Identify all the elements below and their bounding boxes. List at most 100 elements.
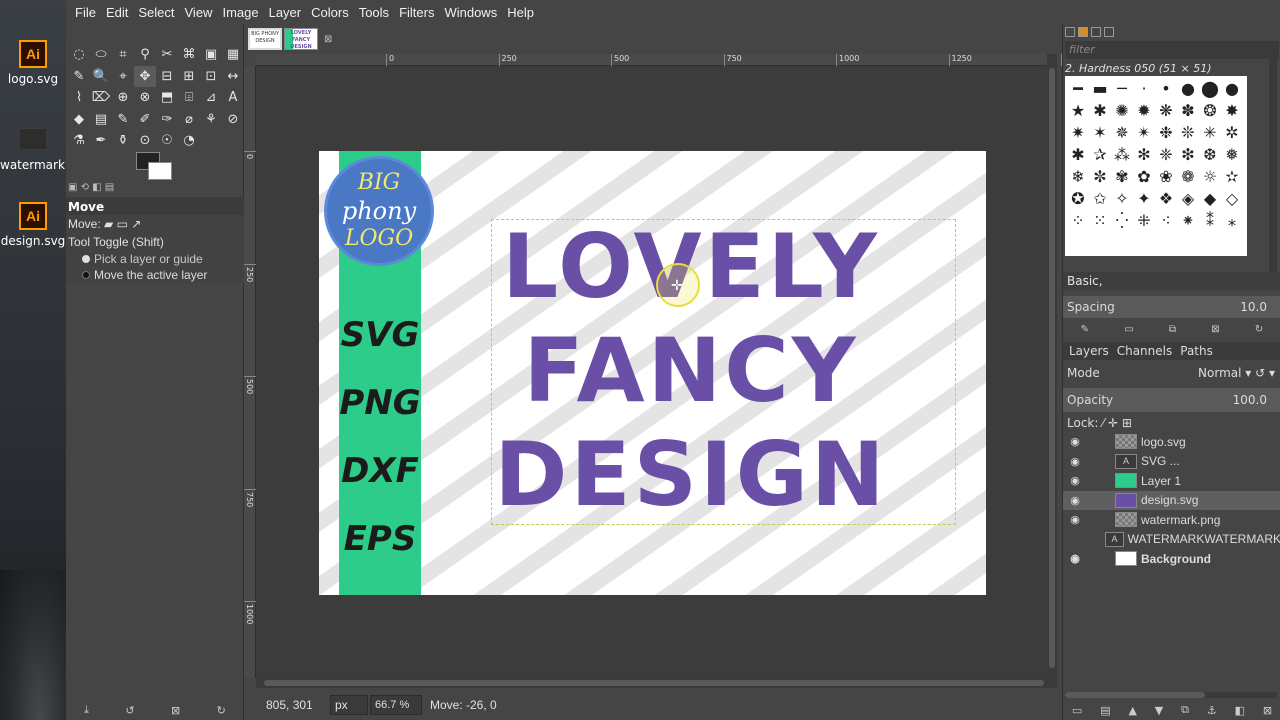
tool-button[interactable]: ⌀	[178, 109, 200, 131]
duplicate-layer-icon[interactable]: ⧉	[1181, 703, 1189, 717]
menu-windows[interactable]: Windows	[439, 5, 502, 20]
mask-layer-icon[interactable]: ◧	[1235, 704, 1245, 717]
brush-preview[interactable]: ⁎	[1221, 210, 1243, 232]
brush-preview[interactable]: ⁂	[1111, 144, 1133, 166]
brush-preset-select[interactable]: Basic,	[1063, 272, 1280, 290]
brush-preview[interactable]: ✴	[1133, 122, 1155, 144]
tool-button[interactable]: ⚘	[200, 109, 222, 131]
tool-button[interactable]: ✎	[68, 66, 90, 88]
new-brush-icon[interactable]: ▭	[1124, 324, 1133, 338]
brushes-tab-icon[interactable]	[1065, 27, 1075, 37]
brush-preview[interactable]: ✱	[1089, 100, 1111, 122]
vertical-scrollbar[interactable]	[1047, 54, 1057, 678]
brush-preview[interactable]: ✳	[1199, 122, 1221, 144]
move-layer-mode-icon[interactable]: ▰ ▭ ↗	[104, 217, 141, 231]
image-tab-1[interactable]: BIG PHONY DESIGN	[248, 28, 282, 50]
tool-button[interactable]: ⚲	[134, 44, 156, 66]
brush-preview[interactable]: ✰	[1089, 144, 1111, 166]
brush-preview[interactable]: ❊	[1177, 122, 1199, 144]
brush-scrollbar[interactable]	[1269, 44, 1277, 284]
tool-button[interactable]: ⌇	[68, 87, 90, 109]
tab-channels[interactable]: Channels	[1111, 344, 1175, 358]
visibility-eye-icon[interactable]: ◉	[1065, 513, 1085, 526]
tool-button[interactable]: ⚱	[112, 130, 134, 152]
vertical-ruler[interactable]: 0 250 500 750 1000	[244, 66, 256, 678]
mode-select[interactable]: Normal ▾ ↺ ▾	[1198, 366, 1275, 380]
brush-preview[interactable]: ◈	[1177, 188, 1199, 210]
tool-button[interactable]: ⬭	[90, 44, 112, 66]
raise-layer-icon[interactable]: ▲	[1128, 704, 1136, 717]
brush-preview[interactable]: ·	[1133, 78, 1155, 100]
tool-button[interactable]: ↔	[222, 66, 244, 88]
close-tab-icon[interactable]: ⊠	[324, 34, 332, 45]
menu-help[interactable]: Help	[502, 5, 539, 20]
brush-preview[interactable]: ✵	[1111, 122, 1133, 144]
visibility-eye-icon[interactable]: ◉	[1065, 455, 1085, 468]
brush-preview[interactable]: ●	[1177, 78, 1199, 100]
brush-preview[interactable]: ❋	[1155, 100, 1177, 122]
edit-brush-icon[interactable]: ✎	[1081, 324, 1089, 338]
tool-button[interactable]: ⊞	[178, 66, 200, 88]
layer-row[interactable]: ◉ watermark.png	[1063, 510, 1280, 530]
delete-layer-icon[interactable]: ⊠	[1263, 704, 1272, 717]
visibility-eye-icon[interactable]: ◉	[1065, 552, 1085, 565]
fonts-tab-icon[interactable]	[1104, 27, 1114, 37]
brush-preview[interactable]: ✩	[1089, 188, 1111, 210]
layer-row[interactable]: A WATERMARKWATERMARK	[1063, 530, 1280, 550]
radio-move-active[interactable]: Move the active layer	[66, 267, 244, 283]
layer-row[interactable]: ◉ A SVG ...	[1063, 452, 1280, 472]
tool-button[interactable]: ⊗	[134, 87, 156, 109]
brush-preview[interactable]: ✾	[1111, 166, 1133, 188]
brush-preview[interactable]: ❈	[1155, 144, 1177, 166]
brush-preview[interactable]: ✽	[1177, 100, 1199, 122]
layers-hscrollbar[interactable]	[1065, 692, 1277, 698]
visibility-eye-icon[interactable]: ◉	[1065, 474, 1085, 487]
layer-row[interactable]: ◉ logo.svg	[1063, 432, 1280, 452]
brush-preview[interactable]: ❄	[1067, 166, 1089, 188]
layer-row[interactable]: ◉ design.svg	[1063, 490, 1280, 510]
opacity-slider[interactable]: Opacity 100.0	[1063, 388, 1280, 412]
brush-preview[interactable]: ✫	[1221, 166, 1243, 188]
brush-preview[interactable]: ✲	[1221, 122, 1243, 144]
desktop-icon-watermark[interactable]: watermark.	[0, 128, 69, 172]
zoom-select[interactable]: 66.7 %	[370, 695, 422, 715]
lock-icons[interactable]: ⁄ ✛ ⊞	[1102, 416, 1132, 430]
refresh-brush-icon[interactable]: ↻	[1255, 324, 1263, 338]
brush-preview[interactable]: ⁜	[1133, 210, 1155, 232]
tool-options-tab-icon[interactable]: ▣ ⟲ ◧ ▤	[68, 182, 114, 193]
tool-button[interactable]: ⊘	[222, 109, 244, 131]
tool-button[interactable]: ⌹	[178, 87, 200, 109]
menu-colors[interactable]: Colors	[306, 5, 354, 20]
brush-preview[interactable]: ❂	[1199, 100, 1221, 122]
duplicate-brush-icon[interactable]: ⧉	[1169, 324, 1176, 338]
tool-button[interactable]: ⊡	[200, 66, 222, 88]
desktop-icon-logo[interactable]: Ai logo.svg	[0, 40, 66, 86]
brush-preview[interactable]: ✼	[1089, 166, 1111, 188]
radio-pick-layer[interactable]: Pick a layer or guide	[66, 251, 244, 267]
image-tab-2[interactable]: LOVELY FANCY DESIGN	[284, 28, 318, 50]
horizontal-ruler[interactable]: 0250500750100012501500	[256, 54, 1084, 66]
menu-select[interactable]: Select	[133, 5, 179, 20]
scroll-thumb[interactable]	[1065, 692, 1205, 698]
brush-preview[interactable]: ✧	[1111, 188, 1133, 210]
tool-button[interactable]: ⊿	[200, 87, 222, 109]
brush-preview[interactable]: ❁	[1177, 166, 1199, 188]
menu-image[interactable]: Image	[217, 5, 263, 20]
brush-grid[interactable]: ━ ▬ ─ · • ● ⬤ ● ★ ✱ ✺ ✹ ❋ ✽ ❂ ✸ ✷ ✶ ✵ ✴ ❉ ❊ ✳ ✲ ✱ ✰ ⁂ ✻ ❈ ❇ ❆ ❅ ❄ ✼ ✾ ✿ ❀ ❁ ☼ ✫…	[1065, 76, 1247, 256]
brush-preview[interactable]: ✱	[1067, 144, 1089, 166]
tool-button[interactable]: ✥	[134, 65, 156, 87]
fg-bg-colors[interactable]	[136, 152, 176, 184]
brush-preview[interactable]: ✸	[1221, 100, 1243, 122]
brush-preview[interactable]: ⁛	[1111, 210, 1133, 232]
tool-button[interactable]: A	[222, 87, 244, 109]
brush-preview[interactable]: ✻	[1133, 144, 1155, 166]
tool-button[interactable]: ✐	[134, 109, 156, 131]
brush-preview[interactable]: ✿	[1133, 166, 1155, 188]
tool-button[interactable]: ✑	[156, 109, 178, 131]
brush-preview[interactable]: ❇	[1177, 144, 1199, 166]
brush-preview[interactable]: ▬	[1089, 78, 1111, 100]
brush-preview[interactable]: ⬤	[1199, 78, 1221, 100]
brush-preview[interactable]: ❅	[1221, 144, 1243, 166]
delete-options-icon[interactable]: ⊠	[171, 704, 180, 717]
brush-preview[interactable]: ⁙	[1089, 210, 1111, 232]
